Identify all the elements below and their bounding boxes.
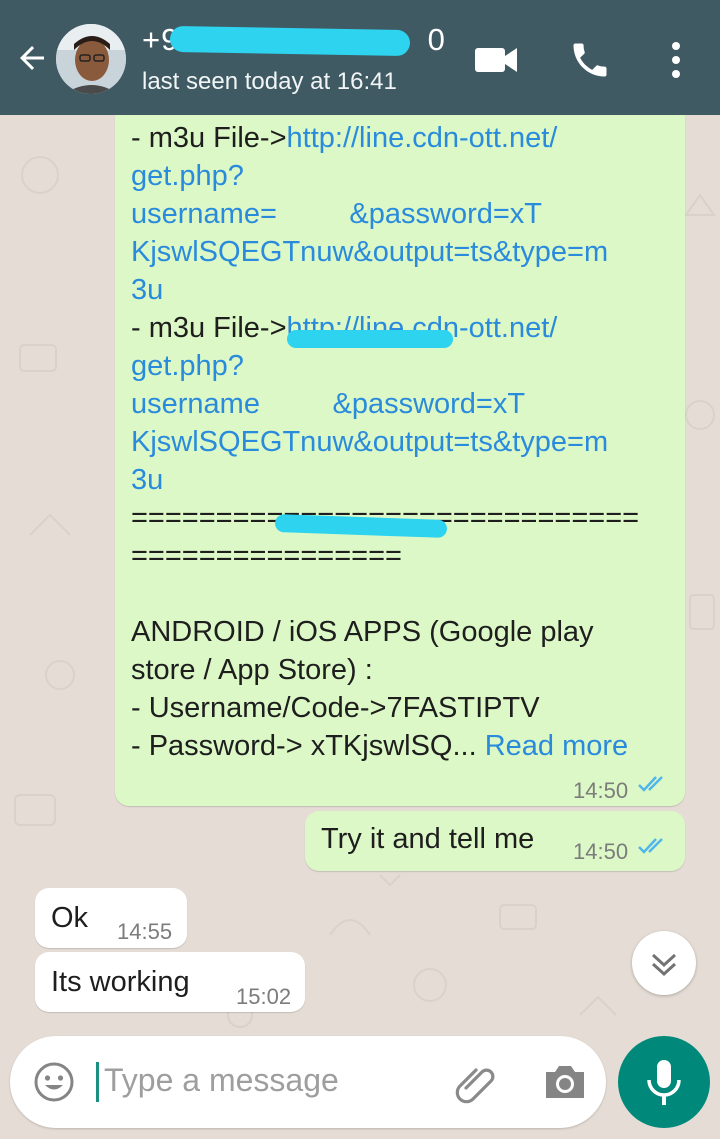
message-line: - Username/Code->7FASTIPTV [131, 692, 540, 724]
message-link[interactable]: get.php? [131, 350, 244, 382]
back-arrow-icon[interactable] [14, 40, 50, 76]
video-call-icon[interactable] [472, 38, 520, 82]
message-bubble-outgoing[interactable]: Try it and tell me 14:50 [305, 811, 685, 871]
message-text: Ok [51, 902, 89, 934]
phone-icon[interactable] [566, 38, 614, 82]
scroll-to-bottom-button[interactable] [632, 931, 696, 995]
message-link[interactable]: username= &password=xT [131, 198, 542, 230]
message-composer: Type a message [10, 1036, 606, 1128]
redaction-mark [169, 25, 411, 57]
mic-icon [647, 1060, 681, 1105]
emoji-icon[interactable] [32, 1060, 76, 1104]
message-text: Try it and tell me [321, 823, 535, 855]
message-link[interactable]: get.php? [131, 160, 244, 192]
message-line: 3u [131, 461, 669, 499]
message-bubble-incoming[interactable]: Its working 15:02 [35, 952, 305, 1012]
message-line [131, 575, 669, 613]
message-time: 15:02 [236, 984, 292, 1009]
message-line: get.php? [131, 157, 669, 195]
double-check-icon [638, 838, 663, 854]
message-line: ================ [131, 540, 402, 572]
message-bubble-outgoing[interactable]: - m3u File->http://line.cdn-ott.net/ get… [115, 115, 685, 806]
message-line: KjswlSQEGTnuw&output=ts&type=m [131, 423, 669, 461]
avatar[interactable] [56, 24, 126, 94]
message-line: username= &password=xT [131, 195, 669, 233]
message-line: - m3u File->http://line.cdn-ott.net/ [131, 122, 558, 154]
message-link[interactable]: http://line.cdn-ott.net/ [287, 122, 558, 154]
message-link[interactable]: username &password=xT [131, 388, 525, 420]
double-check-icon [638, 776, 663, 792]
last-seen-status: last seen today at 16:41 [142, 68, 397, 95]
message-text: Its working [51, 966, 190, 998]
message-line: store / App Store) : [131, 654, 373, 686]
message-time: 14:55 [117, 919, 173, 944]
message-line: username &password=xT [131, 385, 669, 423]
message-input[interactable]: Type a message [104, 1062, 339, 1099]
message-bubble-incoming[interactable]: Ok 14:55 [35, 888, 187, 948]
message-link[interactable]: 3u [131, 274, 163, 306]
paperclip-icon[interactable] [452, 1060, 500, 1108]
read-more-link[interactable]: Read more [485, 730, 628, 762]
message-line: ANDROID / iOS APPS (Google play [131, 616, 594, 648]
chat-header: +910 last seen today at 16:41 [0, 0, 720, 115]
redaction-mark [287, 330, 453, 348]
message-time: 14:50 [573, 778, 629, 803]
text-cursor [96, 1062, 99, 1102]
message-link[interactable]: KjswlSQEGTnuw&output=ts&type=m [131, 426, 608, 458]
message-line: 3u [131, 271, 669, 309]
message-time: 14:50 [573, 839, 629, 864]
chevron-double-down-icon [651, 953, 677, 977]
message-link[interactable]: KjswlSQEGTnuw&output=ts&type=m [131, 236, 608, 268]
message-line: KjswlSQEGTnuw&output=ts&type=m [131, 233, 669, 271]
more-vert-icon[interactable] [652, 38, 700, 82]
message-line: - Password-> xTKjswlSQ... Read more [131, 730, 629, 762]
chat-area[interactable]: - m3u File->http://line.cdn-ott.net/ get… [0, 115, 720, 1039]
message-line: get.php? [131, 347, 669, 385]
camera-icon[interactable] [542, 1062, 588, 1102]
voice-record-button[interactable] [618, 1036, 710, 1128]
message-link[interactable]: 3u [131, 464, 163, 496]
